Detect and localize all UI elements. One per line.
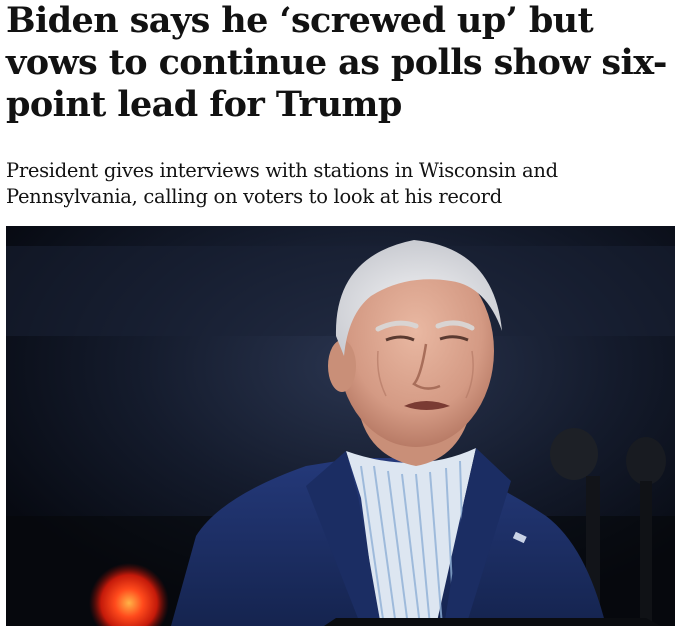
article-standfirst: President gives interviews with stations… [6, 159, 558, 208]
article-main-photo [6, 226, 675, 626]
article-headline: Biden says he ‘screwed up’ but vows to c… [6, 0, 667, 125]
